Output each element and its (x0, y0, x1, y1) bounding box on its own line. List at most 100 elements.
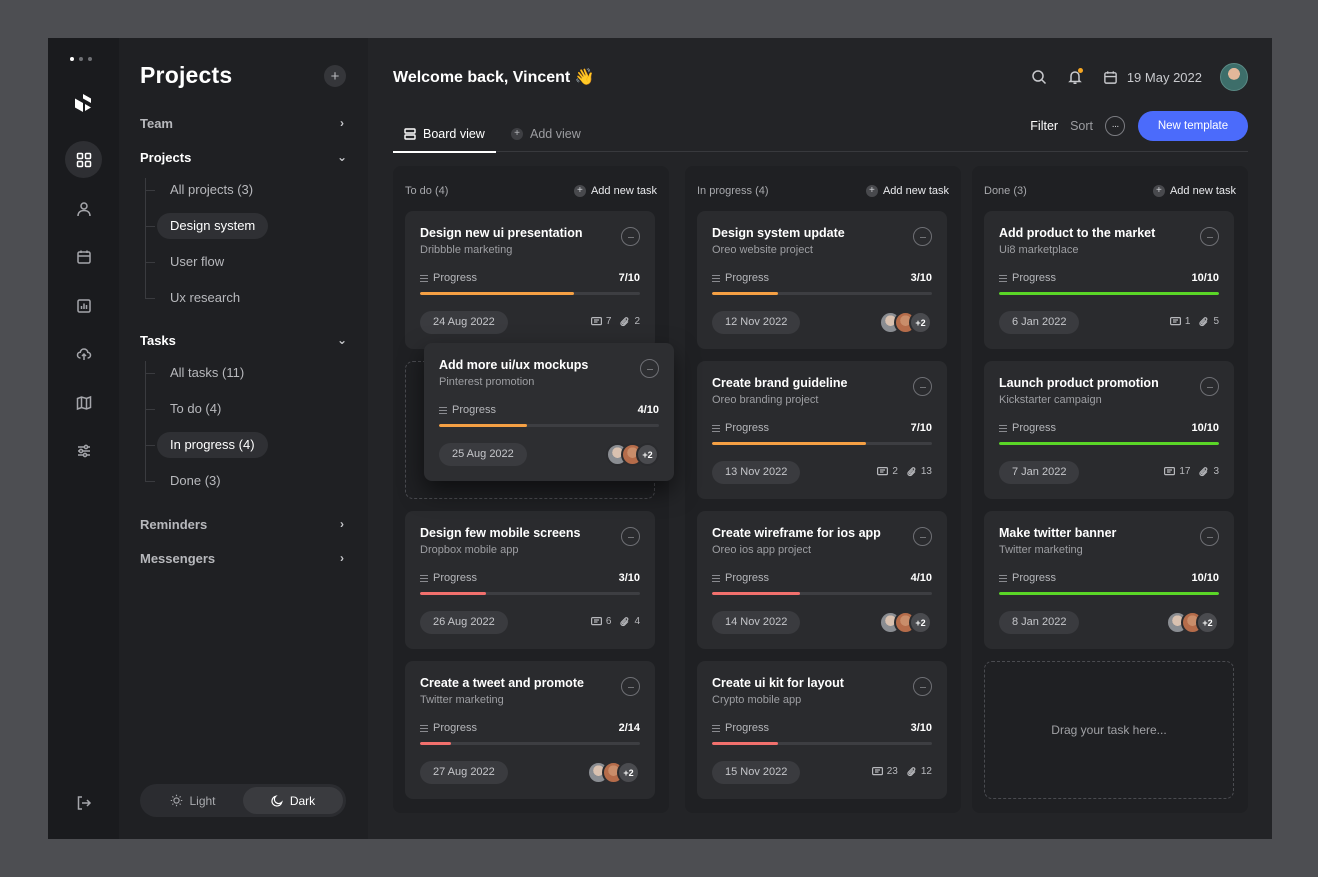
attachments-count: 5 (1199, 316, 1219, 327)
task-card[interactable]: Design new ui presentation Dribbble marke… (405, 211, 655, 349)
task-project: Kickstarter campaign (999, 394, 1102, 406)
sidebar-group-reminders[interactable]: Reminders › (140, 514, 348, 534)
task-title: Add product to the market (999, 226, 1156, 240)
sidebar-item-design-system[interactable]: Design system (140, 213, 269, 239)
dashboard-icon[interactable] (65, 141, 102, 178)
task-card[interactable]: Design system update Oreo website project… (697, 211, 947, 349)
task-card-dragging[interactable]: Add more ui/ux mockups Pinterest promotio… (424, 343, 674, 481)
progress-value: 3/10 (910, 722, 932, 734)
progress-fill (420, 742, 452, 745)
add-new-task-button[interactable]: + Add new task (573, 185, 657, 197)
dark-theme-button[interactable]: Dark (243, 787, 343, 814)
sidebar-group-label: Team (140, 115, 173, 131)
task-card[interactable]: Create a tweet and promote Twitter market… (405, 661, 655, 799)
map-icon[interactable] (65, 384, 102, 421)
new-template-button[interactable]: New template (1138, 111, 1248, 141)
task-card[interactable]: Create brand guideline Oreo branding proj… (697, 361, 947, 499)
sidebar-item-all-tasks[interactable]: All tasks (11) (140, 360, 257, 386)
window-dots (70, 57, 92, 61)
progress-row: Progress 3/10 (712, 722, 932, 734)
add-new-task-button[interactable]: + Add new task (1152, 185, 1236, 197)
sidebar-item-label: Design system (157, 213, 269, 239)
calendar-icon[interactable] (65, 238, 102, 275)
progress-value: 10/10 (1191, 272, 1219, 284)
task-card[interactable]: Create ui kit for layout Crypto mobile ap… (697, 661, 947, 799)
task-menu-button[interactable]: ··· (913, 527, 932, 546)
theme-toggle: Light Dark (140, 784, 346, 817)
plus-icon: + (573, 185, 586, 197)
assignee-avatars[interactable]: +2 (879, 311, 932, 334)
settings-sliders-icon[interactable] (65, 432, 102, 469)
task-meta: 2 13 (877, 466, 932, 477)
progress-bar (712, 742, 932, 745)
assignee-avatars[interactable]: +2 (1166, 611, 1219, 634)
task-project: Ui8 marketplace (999, 244, 1079, 256)
task-card[interactable]: Design few mobile screens Dropbox mobile … (405, 511, 655, 649)
attachments-count-text: 12 (920, 766, 932, 777)
sidebar-item-in-progress[interactable]: In progress (4) (140, 432, 268, 458)
task-menu-button[interactable]: ··· (1200, 527, 1219, 546)
task-menu-button[interactable]: ··· (621, 227, 640, 246)
assignee-avatars[interactable]: +2 (879, 611, 932, 634)
add-new-task-button[interactable]: + Add new task (865, 185, 949, 197)
notification-bell-icon[interactable] (1066, 68, 1084, 86)
tab-board-view[interactable]: Board view (393, 116, 496, 153)
progress-value: 7/10 (910, 422, 932, 434)
assignee-avatars[interactable]: +2 (587, 761, 640, 784)
attachments-count: 2 (620, 316, 640, 327)
progress-fill (439, 424, 527, 427)
assignee-avatars[interactable]: +2 (606, 443, 659, 466)
chart-icon[interactable] (65, 287, 102, 324)
tab-add-view[interactable]: + Add view (511, 116, 581, 152)
board-icon (404, 127, 416, 140)
logout-icon[interactable] (65, 784, 102, 821)
task-menu-button[interactable]: ··· (621, 677, 640, 696)
cloud-upload-icon[interactable] (65, 335, 102, 372)
sidebar-item-user-flow[interactable]: User flow (140, 249, 237, 275)
task-dropzone[interactable]: Drag your task here... (984, 661, 1234, 799)
sidebar-item-todo[interactable]: To do (4) (140, 396, 234, 422)
task-menu-button[interactable]: ··· (640, 359, 659, 378)
task-title: Make twitter banner (999, 526, 1117, 540)
sidebar-group-projects[interactable]: Projects ⌄ (140, 147, 348, 167)
task-menu-button[interactable]: ··· (913, 377, 932, 396)
task-card[interactable]: Create wireframe for ios app Oreo ios app… (697, 511, 947, 649)
sidebar-group-team[interactable]: Team › (140, 113, 348, 133)
sidebar-group-messengers[interactable]: Messengers › (140, 548, 348, 568)
add-project-button[interactable]: + (324, 65, 346, 87)
due-date-badge: 6 Jan 2022 (999, 311, 1080, 334)
task-menu-button[interactable]: ··· (621, 527, 640, 546)
header-actions: 19 May 2022 (1012, 63, 1248, 91)
light-theme-button[interactable]: Light (143, 787, 243, 814)
app-logo-icon[interactable] (73, 93, 93, 113)
filter-button[interactable]: Filter (1030, 119, 1058, 133)
user-icon[interactable] (65, 190, 102, 227)
sort-button[interactable]: Sort (1070, 119, 1093, 133)
progress-value: 10/10 (1191, 422, 1219, 434)
task-project: Twitter marketing (999, 544, 1083, 556)
sidebar-item-all-projects[interactable]: All projects (3) (140, 177, 266, 203)
task-menu-button[interactable]: ··· (1200, 377, 1219, 396)
sidebar-item-label: Done (3) (170, 473, 221, 488)
more-options-button[interactable]: ··· (1105, 116, 1125, 136)
sidebar-item-ux-research[interactable]: Ux research (140, 285, 253, 311)
user-avatar[interactable] (1220, 63, 1248, 91)
progress-value: 3/10 (618, 572, 640, 584)
task-menu-button[interactable]: ··· (913, 677, 932, 696)
task-card[interactable]: Launch product promotion Kickstarter camp… (984, 361, 1234, 499)
search-icon[interactable] (1030, 68, 1048, 86)
progress-label-text: Progress (1012, 272, 1057, 284)
progress-label-text: Progress (433, 272, 478, 284)
chevron-right-icon: › (340, 551, 344, 565)
comments-count: 1 (1169, 316, 1190, 327)
task-card[interactable]: Make twitter banner Twitter marketing ··· P… (984, 511, 1234, 649)
sidebar-item-done[interactable]: Done (3) (140, 468, 234, 494)
sidebar-group-tasks[interactable]: Tasks ⌄ (140, 330, 348, 350)
task-card[interactable]: Add product to the market Ui8 marketplace… (984, 211, 1234, 349)
notification-dot (1077, 68, 1083, 73)
paperclip-icon (907, 466, 916, 476)
task-menu-button[interactable]: ··· (1200, 227, 1219, 246)
task-menu-button[interactable]: ··· (913, 227, 932, 246)
tab-label: Add view (530, 127, 581, 141)
task-title: Create ui kit for layout (712, 676, 844, 690)
